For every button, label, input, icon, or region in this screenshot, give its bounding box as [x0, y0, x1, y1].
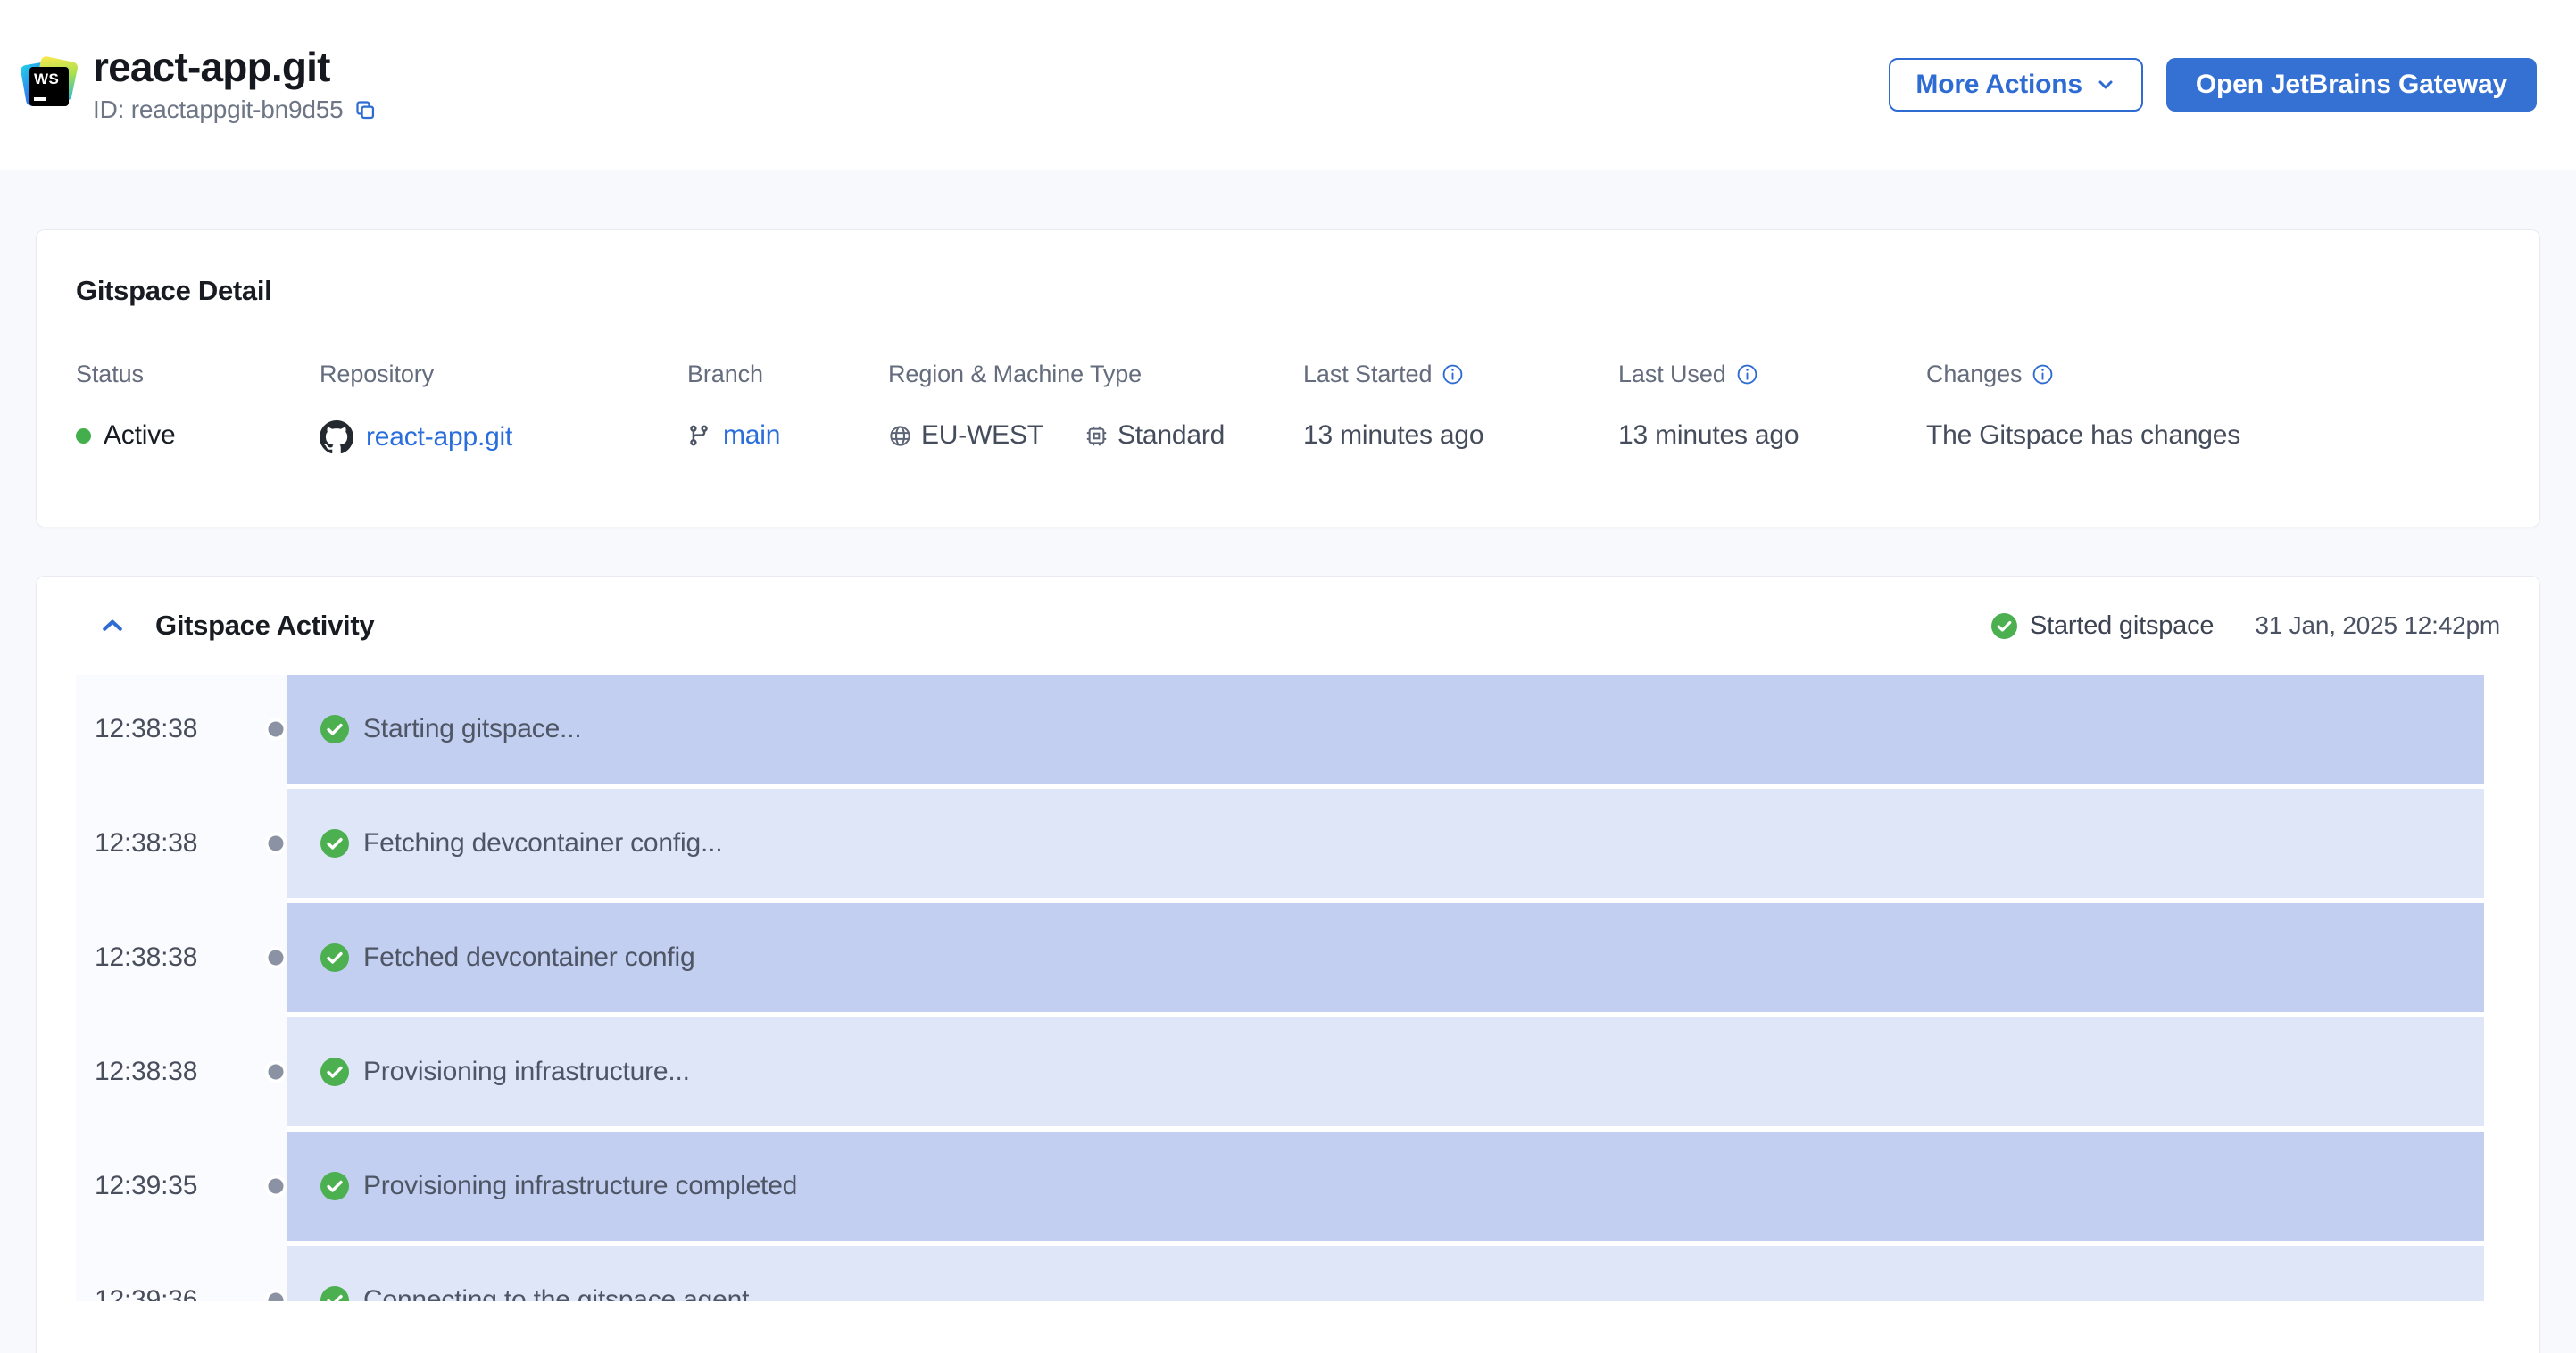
gitspace-detail-card: Gitspace Detail Status Active Repository… — [36, 229, 2540, 527]
log-step[interactable]: Starting gitspace... — [287, 675, 2484, 784]
timeline-dot — [264, 832, 287, 855]
check-circle-icon — [320, 1172, 349, 1200]
field-last-started: Last Started 13 minutes ago — [1303, 361, 1618, 454]
last-started-value: 13 minutes ago — [1303, 420, 1484, 450]
log-step[interactable]: Provisioning infrastructure completed — [287, 1132, 2484, 1241]
cpu-chip-icon — [1084, 424, 1109, 448]
field-status: Status Active — [76, 361, 320, 454]
title-block: react-app.git ID: reactappgit-bn9d55 — [93, 43, 378, 125]
check-circle-icon — [1990, 612, 2017, 639]
check-circle-icon — [320, 1058, 349, 1086]
log-time: 12:38:38 — [95, 1057, 198, 1086]
chevron-up-icon[interactable] — [99, 612, 126, 639]
repository-link[interactable]: react-app.git — [366, 422, 512, 452]
changes-value: The Gitspace has changes — [1926, 420, 2241, 450]
activity-log: 12:38:38 Starting gitspace... 12:38:38 F… — [76, 675, 2484, 1301]
log-step[interactable]: Connecting to the gitspace agent — [287, 1246, 2484, 1301]
status-label: Status — [76, 361, 144, 387]
status-value: Active — [104, 420, 176, 450]
log-message: Fetching devcontainer config... — [363, 828, 723, 858]
repository-label: Repository — [320, 361, 435, 387]
gitspace-id: ID: reactappgit-bn9d55 — [93, 95, 344, 124]
activity-header: Gitspace Activity Started gitspace 31 Ja… — [76, 607, 2500, 644]
field-repository: Repository react-app.git — [320, 361, 687, 454]
last-used-label: Last Used — [1618, 361, 1726, 387]
log-row: 12:39:35 Provisioning infrastructure com… — [76, 1132, 2484, 1241]
branch-link[interactable]: main — [723, 420, 780, 451]
open-jetbrains-gateway-button[interactable]: Open JetBrains Gateway — [2165, 58, 2537, 112]
check-circle-icon — [320, 1286, 349, 1301]
header-actions: More Actions Open JetBrains Gateway — [1889, 58, 2537, 112]
field-last-used: Last Used 13 minutes ago — [1618, 361, 1926, 454]
machine-type-value: Standard — [1117, 420, 1226, 450]
log-time: 12:38:38 — [95, 828, 198, 858]
page-title: react-app.git — [93, 43, 330, 90]
chevron-down-icon — [2095, 74, 2116, 95]
log-message: Connecting to the gitspace agent — [363, 1285, 750, 1301]
log-time: 12:39:35 — [95, 1171, 198, 1200]
log-message: Starting gitspace... — [363, 714, 582, 743]
info-icon[interactable] — [2032, 363, 2054, 386]
check-circle-icon — [320, 943, 349, 972]
info-icon[interactable] — [1442, 363, 1464, 386]
git-branch-icon — [687, 424, 710, 447]
region-machine-label: Region & Machine Type — [888, 361, 1143, 387]
more-actions-button[interactable]: More Actions — [1889, 58, 2143, 112]
globe-icon — [888, 424, 912, 448]
page-header: WS react-app.git ID: reactappgit-bn9d55 … — [0, 0, 2576, 170]
last-used-value: 13 minutes ago — [1618, 420, 1799, 450]
field-branch: Branch main — [687, 361, 888, 454]
activity-status-text: Started gitspace — [2029, 610, 2215, 640]
info-icon[interactable] — [1736, 363, 1758, 386]
log-message: Fetched devcontainer config — [363, 942, 695, 972]
gitspace-activity-card: Gitspace Activity Started gitspace 31 Ja… — [36, 576, 2540, 1353]
detail-fields: Status Active Repository react-app.git B… — [76, 361, 2500, 454]
branch-label: Branch — [687, 361, 763, 387]
timeline-dot — [264, 946, 287, 969]
gitspace-id-row: ID: reactappgit-bn9d55 — [93, 95, 378, 124]
main-content: Gitspace Detail Status Active Repository… — [36, 229, 2540, 1353]
status-active-dot — [76, 427, 91, 444]
log-step[interactable]: Provisioning infrastructure... — [287, 1017, 2484, 1126]
last-started-label: Last Started — [1303, 361, 1433, 387]
log-row: 12:38:38 Provisioning infrastructure... — [76, 1017, 2484, 1126]
log-row: 12:39:36 Connecting to the gitspace agen… — [76, 1246, 2484, 1301]
activity-date: 31 Jan, 2025 12:42pm — [2255, 611, 2500, 639]
log-time: 12:39:36 — [95, 1285, 198, 1301]
changes-label: Changes — [1926, 361, 2023, 387]
timeline-dot — [264, 1060, 287, 1083]
detail-card-title: Gitspace Detail — [76, 275, 272, 306]
logo-core: WS — [29, 66, 69, 106]
timeline-dot — [264, 1175, 287, 1198]
activity-title: Gitspace Activity — [155, 610, 375, 641]
log-step[interactable]: Fetched devcontainer config — [287, 903, 2484, 1012]
log-row: 12:38:38 Starting gitspace... — [76, 675, 2484, 784]
copy-icon[interactable] — [353, 98, 378, 122]
activity-status-group: Started gitspace 31 Jan, 2025 12:42pm — [1990, 610, 2500, 641]
log-time: 12:38:38 — [95, 942, 198, 972]
check-circle-icon — [320, 715, 349, 743]
log-message: Provisioning infrastructure completed — [363, 1171, 798, 1200]
field-region-machine: Region & Machine Type EU-WEST Standard — [888, 361, 1303, 454]
header-title-group: WS react-app.git ID: reactappgit-bn9d55 — [20, 43, 378, 125]
log-step[interactable]: Fetching devcontainer config... — [287, 789, 2484, 898]
field-changes: Changes The Gitspace has changes — [1926, 361, 2500, 454]
log-time: 12:38:38 — [95, 714, 198, 743]
timeline-dot — [264, 718, 287, 741]
log-row: 12:38:38 Fetching devcontainer config... — [76, 789, 2484, 898]
check-circle-icon — [320, 829, 349, 858]
github-icon — [320, 420, 353, 454]
region-value: EU-WEST — [921, 420, 1043, 450]
log-row: 12:38:38 Fetched devcontainer config — [76, 903, 2484, 1012]
webstorm-logo-icon: WS — [20, 55, 79, 111]
log-message: Provisioning infrastructure... — [363, 1057, 690, 1086]
